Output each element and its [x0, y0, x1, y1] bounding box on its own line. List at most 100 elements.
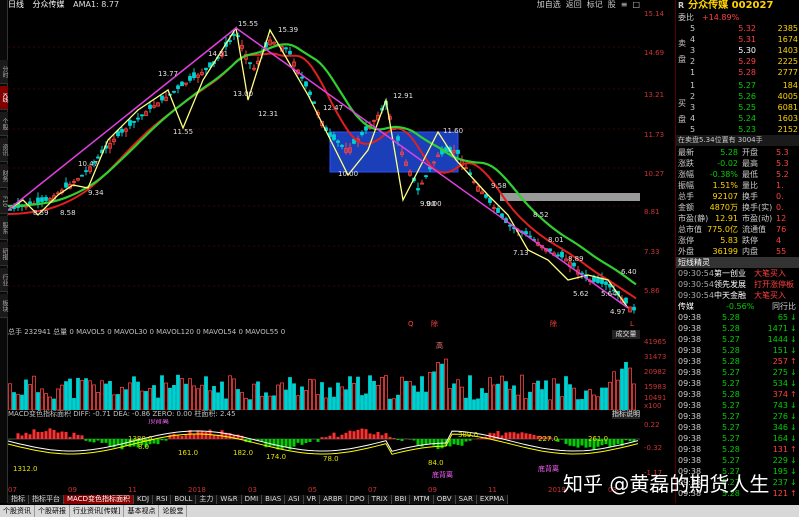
- macd-histogram-bar: [20, 435, 24, 439]
- indicator-tab[interactable]: MACD变色指标面积: [64, 495, 134, 504]
- indicator-tab[interactable]: W&R: [217, 495, 242, 504]
- volume-bar: [72, 398, 76, 410]
- volume-bar: [452, 383, 456, 410]
- indicator-tab[interactable]: DMI: [241, 495, 263, 504]
- macd-label: 182.0: [233, 449, 253, 457]
- bottom-bar-item[interactable]: 个股研报: [35, 505, 70, 517]
- macd-help-button[interactable]: 指标说明: [612, 410, 640, 419]
- indicator-tab[interactable]: KDJ: [133, 495, 154, 504]
- volume-bar: [152, 385, 156, 410]
- volume-bar: [600, 387, 604, 410]
- left-tab-5[interactable]: F10: [0, 190, 8, 214]
- indicator-tab[interactable]: DPO: [346, 495, 369, 504]
- stat-label: 量比: [742, 181, 758, 190]
- indicator-tab[interactable]: SAR: [455, 495, 477, 504]
- macd-histogram-bar: [400, 439, 404, 441]
- window-button-1[interactable]: 返回: [566, 0, 582, 9]
- tick-dir: ↑: [790, 357, 797, 366]
- bottom-bar-item[interactable]: 基本视点: [124, 505, 160, 517]
- left-tab-0[interactable]: 分时: [0, 60, 8, 84]
- left-tab-3[interactable]: 资讯: [0, 138, 8, 162]
- price-annotation: 13.00: [233, 90, 253, 98]
- macd-label: 底背离: [538, 464, 559, 473]
- sector-row: 传媒 -0.56% 同行比: [676, 301, 799, 312]
- macd-histogram-bar: [416, 439, 420, 446]
- left-tab-2[interactable]: 个股: [0, 112, 8, 136]
- news-row: 09:30:54 第一创业 大笔买入: [676, 268, 799, 279]
- volume-bar: [612, 371, 616, 410]
- tick-dir: ↓: [790, 313, 797, 322]
- indicator-tab[interactable]: MTM: [410, 495, 434, 504]
- sell-row: 2 5.29 2225: [676, 56, 799, 67]
- volume-bar: [576, 399, 580, 410]
- macd-histogram-bar: [156, 439, 160, 445]
- bottom-bar-item[interactable]: 个股资讯: [0, 505, 35, 517]
- indicator-tab[interactable]: BIAS: [262, 495, 286, 504]
- macd-histogram-bar: [160, 439, 164, 441]
- indicator-tab[interactable]: VR: [303, 495, 321, 504]
- candle-body: [592, 277, 596, 282]
- indicator-tab[interactable]: 主力: [196, 495, 218, 504]
- date-axis-label: 05: [308, 486, 317, 494]
- volume-bar: [580, 399, 584, 410]
- window-button-2[interactable]: 标记: [587, 0, 603, 9]
- macd-histogram-bar: [28, 434, 32, 439]
- candle-body: [556, 254, 560, 257]
- left-tab-4[interactable]: 财务: [0, 164, 8, 188]
- left-tab-6[interactable]: 股东: [0, 216, 8, 240]
- news-header[interactable]: 短线精灵: [676, 257, 799, 268]
- period-label[interactable]: 日线: [8, 0, 24, 9]
- indicator-tab[interactable]: TRIX: [368, 495, 392, 504]
- macd-histogram-bar: [456, 439, 460, 446]
- indicator-tab[interactable]: ARBR: [320, 495, 347, 504]
- stat-row: 涨幅 -0.38% 最低 5.2: [676, 169, 799, 180]
- macd-histogram-bar: [348, 430, 352, 439]
- sector-name: 传媒: [678, 302, 694, 311]
- indicator-tab[interactable]: BOLL: [171, 495, 197, 504]
- indicator-tab[interactable]: RSI: [153, 495, 172, 504]
- ob-vol: 6081: [777, 103, 798, 112]
- left-tab-9[interactable]: 板块: [0, 294, 8, 318]
- indicator-tab[interactable]: EXPMA: [476, 495, 509, 504]
- ob-price: 5.28: [738, 68, 756, 77]
- volume-bar: [260, 395, 264, 410]
- price-chart[interactable]: 15.55 15.39 14.51 13.77 13.00 12.47 12.31 12.91…: [8, 10, 640, 332]
- news-row: 09:30:54 领先发展 打开涨停板: [676, 279, 799, 290]
- volume-bar: [304, 390, 308, 410]
- indicator-tab[interactable]: 指标平台: [29, 495, 64, 504]
- ob-level: 5: [690, 125, 696, 134]
- candle-body: [624, 297, 628, 304]
- candle-body: [44, 196, 48, 201]
- volume-bar: [484, 392, 488, 410]
- indicator-tab[interactable]: BBI: [391, 495, 411, 504]
- indicator-tab[interactable]: OBV: [433, 495, 456, 504]
- window-button-3[interactable]: 股: [608, 0, 616, 9]
- macd-histogram-bar: [180, 435, 184, 439]
- macd-histogram-bar: [320, 437, 324, 439]
- candle-body: [304, 81, 308, 87]
- volume-bar: [188, 378, 192, 410]
- tick-price: 5.27: [722, 434, 740, 443]
- indicator-tab[interactable]: ASI: [285, 495, 304, 504]
- volume-bar: [340, 386, 344, 410]
- window-button-0[interactable]: 加自选: [537, 0, 561, 9]
- window-button-5[interactable]: □: [632, 0, 640, 9]
- tick-dir: ↓: [790, 346, 797, 355]
- bottom-bar-item[interactable]: 行业资讯[传媒]: [70, 505, 125, 517]
- macd-histogram-bar: [36, 431, 40, 439]
- volume-bar: [380, 377, 384, 410]
- left-tab-8[interactable]: 行业: [0, 268, 8, 292]
- stat-value: 5.83: [720, 236, 738, 245]
- bottom-bar-item[interactable]: 论股堂: [159, 505, 188, 517]
- stat-value: 0.: [776, 203, 784, 212]
- volume-bar: [552, 378, 556, 410]
- candle-body: [364, 126, 368, 131]
- left-tab-1[interactable]: K线: [0, 86, 8, 110]
- left-tab-7[interactable]: 研报: [0, 242, 8, 266]
- window-button-4[interactable]: ≡: [621, 0, 628, 9]
- indicator-tab[interactable]: 指标: [8, 495, 29, 504]
- macd-histogram-bar: [24, 432, 28, 439]
- macd-histogram-bar: [284, 439, 288, 448]
- stat-value: 12: [776, 214, 787, 223]
- news-row: 09:30:54 中天金融 大笔买入: [676, 290, 799, 301]
